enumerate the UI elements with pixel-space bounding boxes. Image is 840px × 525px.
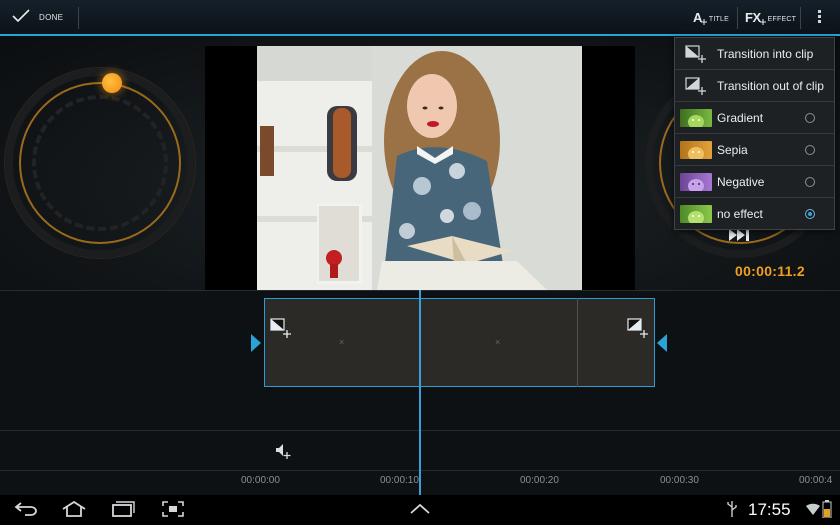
recent-apps-icon[interactable] (111, 501, 135, 517)
checkmark-icon (12, 9, 30, 23)
transition-in-icon (685, 45, 706, 63)
chevron-up-icon[interactable] (410, 504, 430, 514)
menu-item-transition-out-of-clip[interactable]: Transition out of clip (675, 70, 834, 102)
usb-icon (727, 501, 737, 517)
status-clock: 17:55 (748, 500, 791, 519)
add-effect-button[interactable]: FX EFFECT (745, 0, 796, 34)
timeline-tick-label: 00:00:10 (380, 475, 419, 486)
menu-item-label: Negative (717, 175, 765, 189)
no-effect-thumbnail-icon (680, 205, 712, 223)
plus-icon (759, 18, 766, 25)
timeline-tick-label: 00:00:20 (520, 475, 559, 486)
menu-item-gradient[interactable]: Gradient (675, 102, 834, 134)
add-transition-out-icon[interactable] (627, 318, 649, 338)
jog-dial-knob[interactable] (102, 73, 122, 93)
menu-item-label: Gradient (717, 111, 764, 125)
playhead[interactable] (419, 290, 421, 495)
title-label: TITLE (708, 16, 729, 23)
action-bar: DONE A TITLE FX EFFECT (0, 0, 840, 36)
preview-photo-icon (257, 46, 582, 290)
transition-out-icon (685, 77, 706, 95)
trim-handle-left-icon[interactable] (251, 334, 261, 352)
fast-forward-icon[interactable] (729, 229, 751, 241)
menu-item-label: no effect (717, 207, 763, 221)
plus-icon (700, 18, 707, 25)
menu-item-negative[interactable]: Negative (675, 166, 834, 198)
trim-handle-right-icon[interactable] (657, 334, 667, 352)
negative-radio[interactable] (805, 177, 815, 187)
done-label: DONE (39, 13, 64, 22)
menu-item-transition-into-clip[interactable]: Transition into clip (675, 38, 834, 70)
divider (800, 7, 801, 29)
timeline-tick-label: 00:00:4 (799, 475, 833, 486)
menu-item-no-effect[interactable]: no effect (675, 198, 834, 230)
wifi-icon (806, 503, 820, 515)
back-icon[interactable] (14, 502, 38, 516)
thumbnail-placeholder-icon: × (339, 337, 345, 347)
done-button[interactable]: DONE (0, 0, 78, 34)
divider (78, 7, 79, 29)
screenshot-icon[interactable] (162, 501, 184, 517)
jog-dial-left-inner (32, 95, 168, 231)
clip-segment-divider (577, 298, 578, 387)
fx-glyph: FX (745, 9, 761, 25)
add-transition-in-icon[interactable] (270, 318, 292, 338)
negative-thumbnail-icon (680, 173, 712, 191)
playback-timecode: 00:00:11.2 (735, 263, 805, 279)
sepia-radio[interactable] (805, 145, 815, 155)
video-clip[interactable] (264, 298, 655, 387)
menu-item-label: Transition out of clip (717, 79, 824, 93)
menu-item-sepia[interactable]: Sepia (675, 134, 834, 166)
overflow-menu-icon[interactable] (815, 10, 823, 26)
sepia-thumbnail-icon (680, 141, 712, 159)
menu-item-label: Sepia (717, 143, 748, 157)
add-title-button[interactable]: A TITLE (693, 0, 729, 34)
timeline-tick-label: 00:00:30 (660, 475, 699, 486)
no-effect-radio[interactable] (805, 209, 815, 219)
gradient-radio[interactable] (805, 113, 815, 123)
video-frame-image (257, 46, 582, 290)
gradient-thumbnail-icon (680, 109, 712, 127)
divider (737, 7, 738, 29)
home-icon[interactable] (61, 501, 87, 517)
thumbnail-placeholder-icon: × (495, 337, 501, 347)
effect-label: EFFECT (767, 16, 797, 23)
menu-item-label: Transition into clip (717, 47, 814, 61)
add-audio-icon[interactable] (275, 443, 291, 459)
effect-dropdown-menu: Transition into clip Transition out of c… (674, 37, 835, 230)
battery-icon (822, 500, 832, 518)
timeline-tick-label: 00:00:00 (241, 475, 280, 486)
